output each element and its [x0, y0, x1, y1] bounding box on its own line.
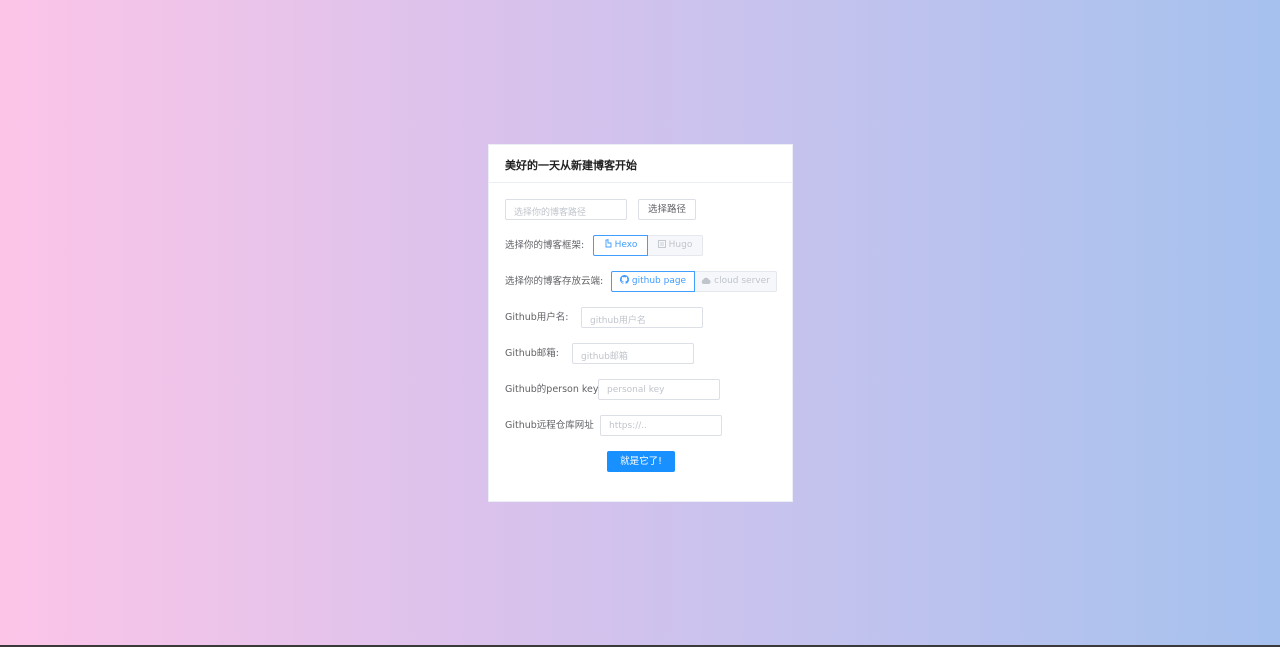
github-username-input[interactable]: github用户名 — [581, 307, 703, 328]
github-email-input[interactable]: github邮箱 — [572, 343, 694, 364]
new-blog-card: 美好的一天从新建博客开始 选择你的博客路径 选择路径 选择你的博客框架: Hex… — [488, 144, 793, 502]
framework-option-hugo[interactable]: Hugo — [647, 235, 703, 256]
github-key-placeholder: personal key — [607, 385, 665, 395]
github-email-label: Github邮箱: — [505, 348, 559, 359]
hugo-icon — [657, 240, 666, 248]
github-username-placeholder: github用户名 — [590, 316, 646, 326]
framework-label: 选择你的博客框架: — [505, 240, 585, 251]
github-icon — [619, 275, 629, 284]
github-username-label: Github用户名: — [505, 312, 569, 323]
framework-option-hexo[interactable]: Hexo — [593, 235, 648, 256]
host-label: 选择你的博客存放云端: — [505, 276, 604, 287]
blog-path-input[interactable]: 选择你的博客路径 — [505, 199, 627, 220]
github-repo-input[interactable]: https://.. — [600, 415, 722, 436]
blog-path-placeholder: 选择你的博客路径 — [514, 208, 587, 218]
cloud-icon — [701, 277, 711, 284]
submit-button[interactable]: 就是它了! — [607, 451, 675, 472]
github-page-label: github page — [631, 276, 687, 286]
github-key-input[interactable]: personal key — [598, 379, 720, 400]
host-option-github-page[interactable]: github page — [611, 271, 695, 292]
hugo-label: Hugo — [668, 240, 693, 250]
host-option-cloud-server[interactable]: cloud server — [694, 271, 777, 292]
hexo-label: Hexo — [614, 240, 638, 250]
github-repo-placeholder: https://.. — [609, 421, 647, 431]
github-repo-label: Github远程仓库网址 — [505, 420, 594, 431]
cloud-server-label: cloud server — [714, 276, 770, 286]
card-title: 美好的一天从新建博客开始 — [489, 145, 792, 183]
github-email-placeholder: github邮箱 — [581, 352, 628, 362]
hexo-icon — [605, 239, 612, 248]
choose-path-button[interactable]: 选择路径 — [638, 199, 696, 220]
github-key-label: Github的person key — [505, 384, 599, 395]
